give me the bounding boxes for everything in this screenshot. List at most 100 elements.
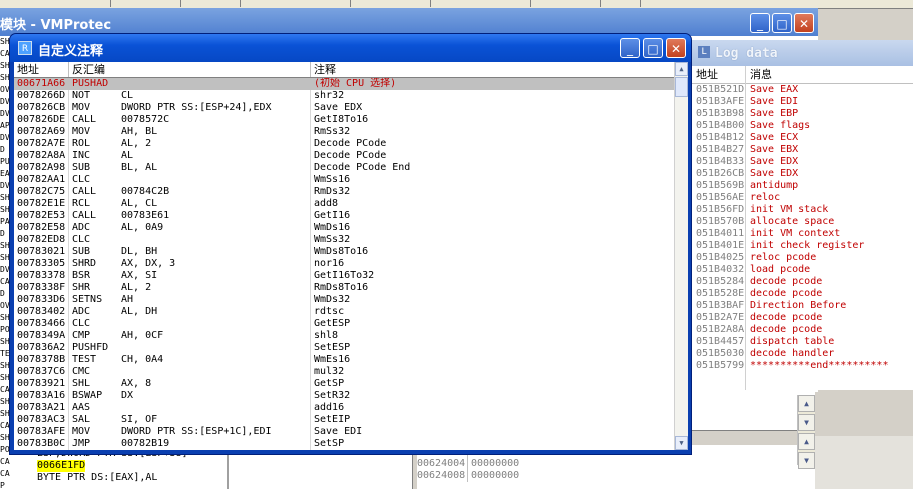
log-message: decode pcode [750, 276, 823, 287]
scroll-down-icon[interactable]: ▼ [798, 452, 815, 469]
table-row[interactable]: 00782A98 SUB BL, AL Decode PCode End [14, 162, 674, 174]
table-row[interactable]: 00783402 ADC AL, DH rdtsc [14, 306, 674, 318]
table-row[interactable]: 00783378 BSR AX, SI GetI16To32 [14, 270, 674, 282]
table-row[interactable]: 00783305 SHRD AX, DX, 3 nor16 [14, 258, 674, 270]
log-row[interactable]: 051B4B27 Save EBX [689, 144, 913, 156]
column-header-disasm[interactable]: 反汇编 [72, 62, 105, 77]
scroll-up-icon[interactable]: ▲ [798, 433, 815, 450]
table-row[interactable]: 00783B0C JMP 00782B19 SetSP [14, 438, 674, 450]
log-row[interactable]: 051B2A7E decode pcode [689, 312, 913, 324]
row-address: 00783921 [17, 378, 66, 389]
table-row[interactable]: 00782E53 CALL 00783E61 GetI16 [14, 210, 674, 222]
row-address: 00782E58 [17, 222, 66, 233]
scroll-down-icon[interactable]: ▼ [675, 436, 688, 450]
scrollbar[interactable]: ▲ ▼ ▲ ▼ [797, 395, 815, 469]
log-row[interactable]: 051B2A8A decode pcode [689, 324, 913, 336]
table-row[interactable]: 00782AA1 CLC WmSs16 [14, 174, 674, 186]
column-header-comment[interactable]: 注释 [314, 62, 336, 77]
row-address: 0078378B [17, 354, 66, 365]
table-row[interactable]: 0078266D NOT CL shr32 [14, 90, 674, 102]
log-row[interactable]: 051B56FD init VM stack [689, 204, 913, 216]
log-row[interactable]: 051B4457 dispatch table [689, 336, 913, 348]
log-row[interactable]: 051B4B33 Save EDX [689, 156, 913, 168]
table-row[interactable]: 00782E58 ADC AL, 0A9 WmDs16 [14, 222, 674, 234]
maximize-icon[interactable]: □ [772, 13, 792, 33]
row-mnemonic: JMP [72, 438, 91, 449]
log-window-titlebar[interactable]: L Log data [689, 40, 913, 66]
log-list[interactable]: 051B521D Save EAX 051B3AFE Save EDI 051B3B98… [689, 84, 913, 390]
table-row[interactable]: 00782E1E RCL AL, CL add8 [14, 198, 674, 210]
table-row[interactable]: 00783AFE MOV DWORD PTR SS:[ESP+1C],EDI Save… [14, 426, 674, 438]
scroll-up-icon[interactable]: ▲ [675, 62, 688, 76]
maximize-icon[interactable]: □ [643, 38, 663, 58]
table-row[interactable]: 00671A66 PUSHAD (初始 CPU 选择) [14, 78, 674, 90]
dialog-titlebar[interactable]: R 自定义注释 _ □ ✕ [10, 34, 691, 62]
log-row[interactable]: 051B4025 reloc pcode [689, 252, 913, 264]
table-row[interactable]: 0078378B TEST CH, 0A4 WmEs16 [14, 354, 674, 366]
log-address: 051B56FD [696, 204, 745, 215]
log-row[interactable]: 051B4032 load pcode [689, 264, 913, 276]
table-row[interactable]: 007826CB MOV DWORD PTR SS:[ESP+24],EDX Save… [14, 102, 674, 114]
row-mnemonic: PUSHAD [72, 78, 109, 89]
scroll-down-icon[interactable]: ▼ [798, 414, 815, 431]
log-row[interactable]: 051B26CB Save EDX [689, 168, 913, 180]
table-row[interactable]: 00782ED8 CLC WmSs32 [14, 234, 674, 246]
close-icon[interactable]: ✕ [794, 13, 814, 33]
scroll-thumb[interactable] [675, 77, 688, 97]
row-address: 00783B0C [17, 438, 66, 449]
log-row[interactable]: 051B528E decode pcode [689, 288, 913, 300]
log-row[interactable]: 051B5284 decode pcode [689, 276, 913, 288]
minimize-icon[interactable]: _ [750, 13, 770, 33]
log-row[interactable]: 051B401E init check register [689, 240, 913, 252]
column-header-address[interactable]: 地址 [696, 66, 718, 83]
row-comment: WmDs16 [314, 222, 351, 233]
log-row[interactable]: 051B4011 init VM context [689, 228, 913, 240]
table-row[interactable]: 007837C6 CMC mul32 [14, 366, 674, 378]
log-row[interactable]: 051B5799 **********end********** [689, 360, 913, 372]
table-row[interactable]: 00783466 CLC GetESP [14, 318, 674, 330]
table-row[interactable]: 007833D6 SETNS AH WmDs32 [14, 294, 674, 306]
log-row[interactable]: 051B521D Save EAX [689, 84, 913, 96]
module-window-titlebar[interactable]: 模块 - VMProtec _ □ ✕ [0, 8, 818, 36]
scroll-up-icon[interactable]: ▲ [798, 395, 815, 412]
log-address: 051B5030 [696, 348, 745, 359]
table-row[interactable]: 007836A2 PUSHFD SetESP [14, 342, 674, 354]
log-row[interactable]: 051B3AFE Save EDI [689, 96, 913, 108]
column-header-address[interactable]: 地址 [17, 62, 39, 77]
table-row[interactable]: 0078349A CMP AH, 0CF shl8 [14, 330, 674, 342]
log-row[interactable]: 051B56AE reloc [689, 192, 913, 204]
table-row[interactable]: 00782C75 CALL 00784C2B RmDs32 [14, 186, 674, 198]
log-row[interactable]: 051B570B allocate space [689, 216, 913, 228]
empty-pane [815, 392, 913, 489]
log-row[interactable]: 051B3B98 Save EBP [689, 108, 913, 120]
minimize-icon[interactable]: _ [620, 38, 640, 58]
table-row[interactable]: 00782A7E ROL AL, 2 Decode PCode [14, 138, 674, 150]
log-row[interactable]: 051B4B12 Save ECX [689, 132, 913, 144]
row-mnemonic: TEST [72, 354, 97, 365]
table-row[interactable]: 00783021 SUB DL, BH WmDs8To16 [14, 246, 674, 258]
column-header-message[interactable]: 消息 [750, 66, 772, 83]
log-message: Save ECX [750, 132, 799, 143]
row-operands: DL, BH [121, 246, 158, 257]
table-row[interactable]: 00783921 SHL AX, 8 GetSP [14, 378, 674, 390]
pane-splitter[interactable] [227, 448, 229, 489]
table-row[interactable]: 00782A8A INC AL Decode PCode [14, 150, 674, 162]
table-row[interactable]: 007826DE CALL 0078572C GetI8To16 [14, 114, 674, 126]
log-row[interactable]: 051B5030 decode handler [689, 348, 913, 360]
disasm-bottom-pane[interactable]: ESP,DWORD PTR SS:[ESP+38] 0066E1FD BYTE … [12, 448, 227, 489]
row-mnemonic: CLC [72, 318, 91, 329]
row-address: 00671A66 [17, 78, 66, 89]
table-row[interactable]: 00783AC3 SAL SI, OF SetEIP [14, 414, 674, 426]
log-row[interactable]: 051B4B00 Save flags [689, 120, 913, 132]
log-row[interactable]: 051B3BAF Direction Before [689, 300, 913, 312]
log-row[interactable]: 051B569B antidump [689, 180, 913, 192]
table-row[interactable]: 00783A16 BSWAP DX SetR32 [14, 390, 674, 402]
vertical-scrollbar[interactable]: ▲ ▼ [674, 62, 688, 450]
log-address: 051B569B [696, 180, 745, 191]
table-row[interactable]: 00783A21 AAS add16 [14, 402, 674, 414]
close-icon[interactable]: ✕ [666, 38, 686, 58]
comments-list[interactable]: 00671A66 PUSHAD (初始 CPU 选择) 0078266D NOT CL sh… [14, 78, 674, 450]
table-row[interactable]: 0078338F SHR AL, 2 RmDs8To16 [14, 282, 674, 294]
row-comment: Save EDI [314, 426, 363, 437]
table-row[interactable]: 00782A69 MOV AH, BL RmSs32 [14, 126, 674, 138]
